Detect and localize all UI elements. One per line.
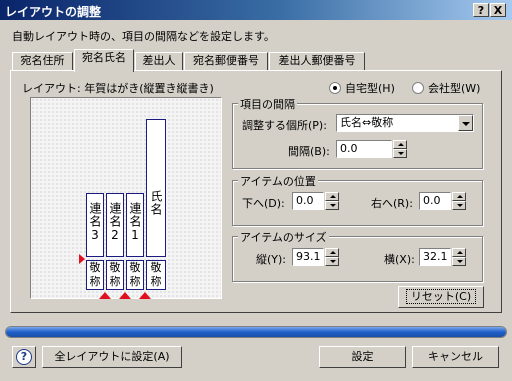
target-select-value: 氏名⇔敬称 [340,116,394,129]
up-marker-icon [99,292,111,299]
spacing-group-title: 項目の間隔 [238,96,297,112]
height-stepper[interactable] [325,248,339,266]
tab-sender-postal-code[interactable]: 差出人郵便番号 [269,52,365,70]
interval-input[interactable]: 0.0 [336,140,392,158]
target-select[interactable]: 氏名⇔敬称 [336,114,474,132]
size-group-title: アイテムのサイズ [238,229,329,245]
description-text: 自動レイアウト時の、項目の間隔などを設定します。 [12,30,275,43]
layout-label: レイアウト: 年賀はがき(縦置き縦書き) [22,82,214,95]
reset-button-label: リセット(C) [405,289,477,304]
left-marker-icon [79,254,85,264]
preview-ren-2[interactable]: 連名2 [106,193,124,257]
interval-stepper[interactable] [393,140,407,158]
reset-button[interactable]: リセット(C) [398,286,484,308]
radio-company-label[interactable]: 会社型(W) [428,80,480,96]
tab-postal-code[interactable]: 宛名郵便番号 [184,52,268,70]
radio-company[interactable] [412,82,424,94]
preview-honorific-4[interactable]: 敬称 [146,260,166,290]
width-stepper[interactable] [452,248,466,266]
chevron-down-icon[interactable] [458,115,473,131]
preview-honorific-2[interactable]: 敬称 [106,260,124,290]
down-input[interactable]: 0.0 [292,192,324,210]
tab-sender[interactable]: 差出人 [135,52,183,70]
spacing-group [232,103,483,169]
ok-button[interactable]: 設定 [319,346,406,368]
right-label: 右へ(R): [371,197,413,210]
preview-honorific-3[interactable]: 敬称 [126,260,144,290]
height-input[interactable]: 93.1 [292,248,324,266]
right-input[interactable]: 0.0 [419,192,451,210]
down-label: 下へ(D): [242,197,285,210]
progress-bar [5,326,507,338]
width-label: 横(X): [384,253,415,266]
radio-home-label[interactable]: 自宅型(H) [345,80,395,96]
preview-name-box[interactable]: 氏名 [146,119,166,257]
help-button[interactable]: ? [12,346,36,368]
tab-name[interactable]: 宛名氏名 [74,49,134,72]
interval-label: 間隔(B): [288,145,330,158]
width-input[interactable]: 32.1 [419,248,451,266]
height-label: 縦(Y): [256,253,287,266]
target-label: 調整する個所(P): [242,119,327,132]
question-icon: ? [16,349,32,365]
down-stepper[interactable] [325,192,339,210]
radio-home[interactable] [329,82,341,94]
tab-address[interactable]: 宛名住所 [12,52,73,70]
title-bar: レイアウトの調整 ? X [0,0,512,20]
help-title-button[interactable]: ? [473,3,489,17]
apply-all-button[interactable]: 全レイアウトに設定(A) [42,346,182,368]
preview-ren-1[interactable]: 連名1 [126,193,144,257]
progress-fill [6,327,506,337]
window-title: レイアウトの調整 [5,5,102,19]
preview-honorific-1[interactable]: 敬称 [86,260,104,290]
close-button[interactable]: X [490,3,506,17]
preview-ren-3[interactable]: 連名3 [86,193,104,257]
right-stepper[interactable] [452,192,466,210]
up-marker-icon [119,292,131,299]
up-marker-icon [139,292,151,299]
position-group-title: アイテムの位置 [238,173,318,189]
cancel-button[interactable]: キャンセル [412,346,499,368]
